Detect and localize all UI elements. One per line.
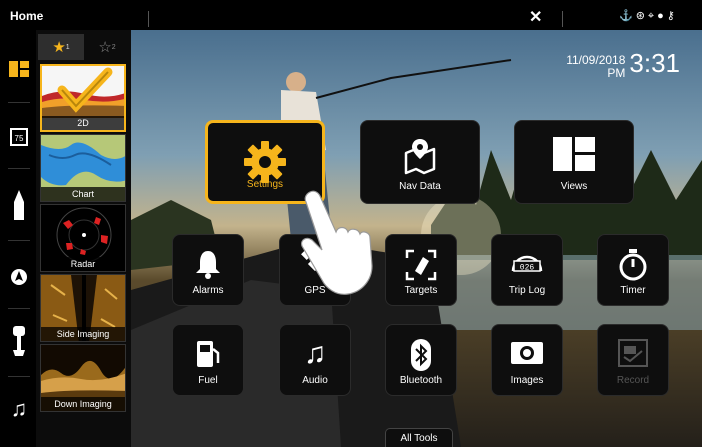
sidebar-rail: 75 ♫ (0, 30, 36, 447)
favorite-chart[interactable]: Chart (40, 134, 126, 202)
tile-label: Images (510, 375, 544, 386)
divider (8, 168, 30, 169)
tile-label: Bluetooth (399, 375, 443, 386)
tile-label: Nav Data (399, 181, 441, 192)
trip-log-tile[interactable]: 026 Trip Log (491, 234, 563, 306)
favorites-tab-1[interactable]: ★ 1 (38, 34, 84, 60)
divider (8, 240, 30, 241)
favorite-side-imaging[interactable]: Side Imaging (40, 274, 126, 342)
views-icon[interactable] (8, 58, 30, 80)
tile-label: Timer (620, 285, 646, 296)
divider (8, 102, 30, 103)
divider (8, 376, 30, 377)
targets-tile[interactable]: Targets (385, 234, 457, 306)
favorites-tab-2[interactable]: ☆ 2 (84, 34, 130, 60)
favorites-panel: ★ 1 ☆ 2 2D Chart Radar Side Imaging Down… (36, 30, 131, 447)
tile-label: Fuel (198, 375, 218, 386)
page-title: Home (10, 9, 44, 23)
gps-icon: ⌖ (647, 10, 658, 22)
odometer-icon: 026 (492, 249, 562, 279)
all-tools-button[interactable]: All Tools (385, 428, 453, 447)
motor-icon[interactable] (8, 326, 30, 356)
tile-label: Audio (302, 375, 328, 386)
favorite-down-imaging[interactable]: Down Imaging (40, 344, 126, 412)
clock-ampm: PM (607, 66, 626, 80)
svg-text:026: 026 (520, 264, 535, 273)
views-tile[interactable]: Views (514, 120, 634, 204)
nav-icon: ● (657, 10, 667, 22)
favorite-radar[interactable]: Radar (40, 204, 126, 272)
camera-icon (492, 339, 562, 365)
top-bar: Home ✕ ⚓⊛⌖●⚷ (0, 0, 702, 30)
key-icon: ⚷ (666, 10, 678, 22)
clock-time: 3:31 (629, 48, 680, 78)
timer-tile[interactable]: Timer (597, 234, 669, 306)
map-pin-icon (361, 137, 479, 177)
alarms-tile[interactable]: Alarms (172, 234, 244, 306)
tile-label: Targets (404, 285, 438, 296)
target-boat-icon (386, 249, 456, 281)
record-tile[interactable]: Record (597, 324, 669, 396)
hand-pointer-icon (301, 190, 373, 295)
music-icon[interactable]: ♫ (8, 396, 30, 421)
divider (8, 308, 30, 309)
divider (148, 11, 149, 27)
favorite-2d[interactable]: 2D (40, 64, 126, 132)
divider (562, 11, 563, 27)
home-main: 11/09/2018 PM 3:31 Settings Nav Data Vie… (131, 30, 702, 447)
compass-icon[interactable] (8, 266, 30, 288)
boat-icon[interactable] (8, 190, 30, 220)
record-icon (598, 339, 668, 367)
bluetooth-tile[interactable]: Bluetooth (385, 324, 457, 396)
gauge-icon[interactable]: 75 (8, 126, 30, 148)
views-icon (515, 137, 633, 171)
tile-label: Record (616, 375, 650, 386)
close-icon[interactable]: ✕ (529, 7, 542, 27)
gear-icon (208, 139, 322, 185)
audio-tile[interactable]: ♫ Audio (279, 324, 351, 396)
music-icon: ♫ (303, 337, 327, 370)
stopwatch-icon (598, 249, 668, 281)
clock: 11/09/2018 PM 3:31 (566, 48, 680, 80)
bluetooth-icon (386, 339, 456, 371)
tile-label: Views (560, 181, 588, 192)
status-icons: ⚓⊛⌖●⚷ (619, 9, 678, 23)
fuel-tile[interactable]: Fuel (172, 324, 244, 396)
tile-label: Trip Log (508, 285, 546, 296)
nav-data-tile[interactable]: Nav Data (360, 120, 480, 204)
anchor-icon: ⚓ (619, 10, 636, 22)
tile-label: Alarms (192, 285, 224, 296)
wheel-icon: ⊛ (635, 10, 648, 22)
bell-icon (173, 249, 243, 279)
fuel-pump-icon (173, 339, 243, 369)
svg-text:75: 75 (15, 134, 24, 143)
images-tile[interactable]: Images (491, 324, 563, 396)
